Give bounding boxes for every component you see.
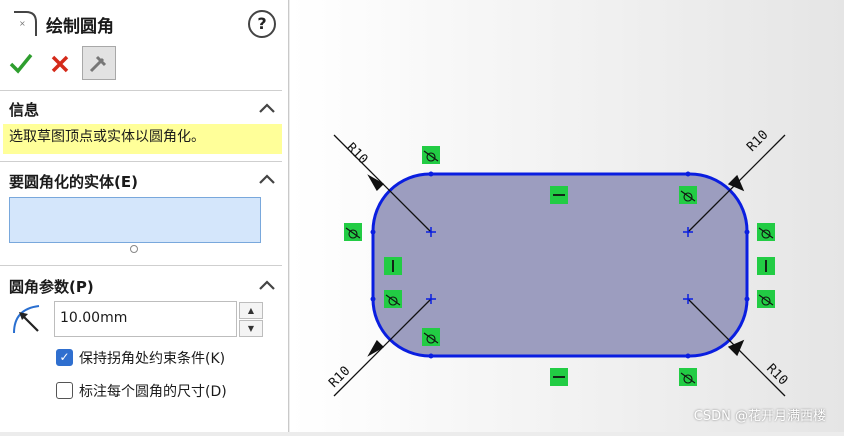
dimension-each-label: 标注每个圆角的尺寸(D)	[79, 384, 227, 400]
radius-label: R10	[343, 140, 370, 167]
ok-checkmark-icon[interactable]	[8, 51, 34, 75]
cancel-x-icon[interactable]	[49, 53, 71, 75]
property-manager: × 绘制圆角 ? 信息 选取草图顶点或实体以圆角化。 要圆角化的实体(E) 圆角…	[0, 0, 289, 432]
pushpin-icon	[89, 55, 107, 73]
resize-handle[interactable]	[130, 245, 138, 253]
help-button[interactable]: ?	[248, 10, 276, 38]
spin-up-button[interactable]: ▲	[239, 302, 263, 319]
watermark: CSDN @花开月满西楼	[693, 409, 826, 424]
collapse-chevron-icon[interactable]	[259, 280, 275, 290]
divider	[0, 90, 282, 91]
sketch-fillet-icon: ×	[14, 11, 37, 36]
graphics-area[interactable]: R10 R10 R10 R10 CSDN @花开月满西楼	[290, 0, 844, 432]
divider	[0, 265, 282, 266]
fillet-radius-icon	[13, 305, 40, 334]
keep-constraints-checkbox[interactable]: ✓	[56, 349, 73, 366]
entities-selection-box[interactable]	[9, 197, 261, 243]
svg-text:×: ×	[19, 19, 26, 28]
params-section-header[interactable]: 圆角参数(P)	[9, 276, 94, 297]
collapse-chevron-icon[interactable]	[259, 103, 275, 113]
pin-button[interactable]	[82, 46, 116, 80]
spin-down-button[interactable]: ▼	[239, 320, 263, 337]
radius-label: R10	[763, 361, 790, 388]
radius-label: R10	[744, 128, 771, 155]
collapse-chevron-icon[interactable]	[259, 174, 275, 184]
radius-label: R10	[326, 364, 353, 391]
divider	[0, 161, 282, 162]
keep-constraints-label: 保持拐角处约束条件(K)	[79, 351, 226, 367]
info-section-header[interactable]: 信息	[9, 99, 39, 120]
sketch-view[interactable]: R10 R10 R10 R10	[290, 0, 844, 432]
panel-title: 绘制圆角	[46, 17, 114, 37]
entities-section-header[interactable]: 要圆角化的实体(E)	[9, 171, 138, 192]
radius-input[interactable]: 10.00mm	[54, 301, 237, 337]
info-message: 选取草图顶点或实体以圆角化。	[3, 124, 282, 154]
dimension-each-checkbox[interactable]	[56, 382, 73, 399]
